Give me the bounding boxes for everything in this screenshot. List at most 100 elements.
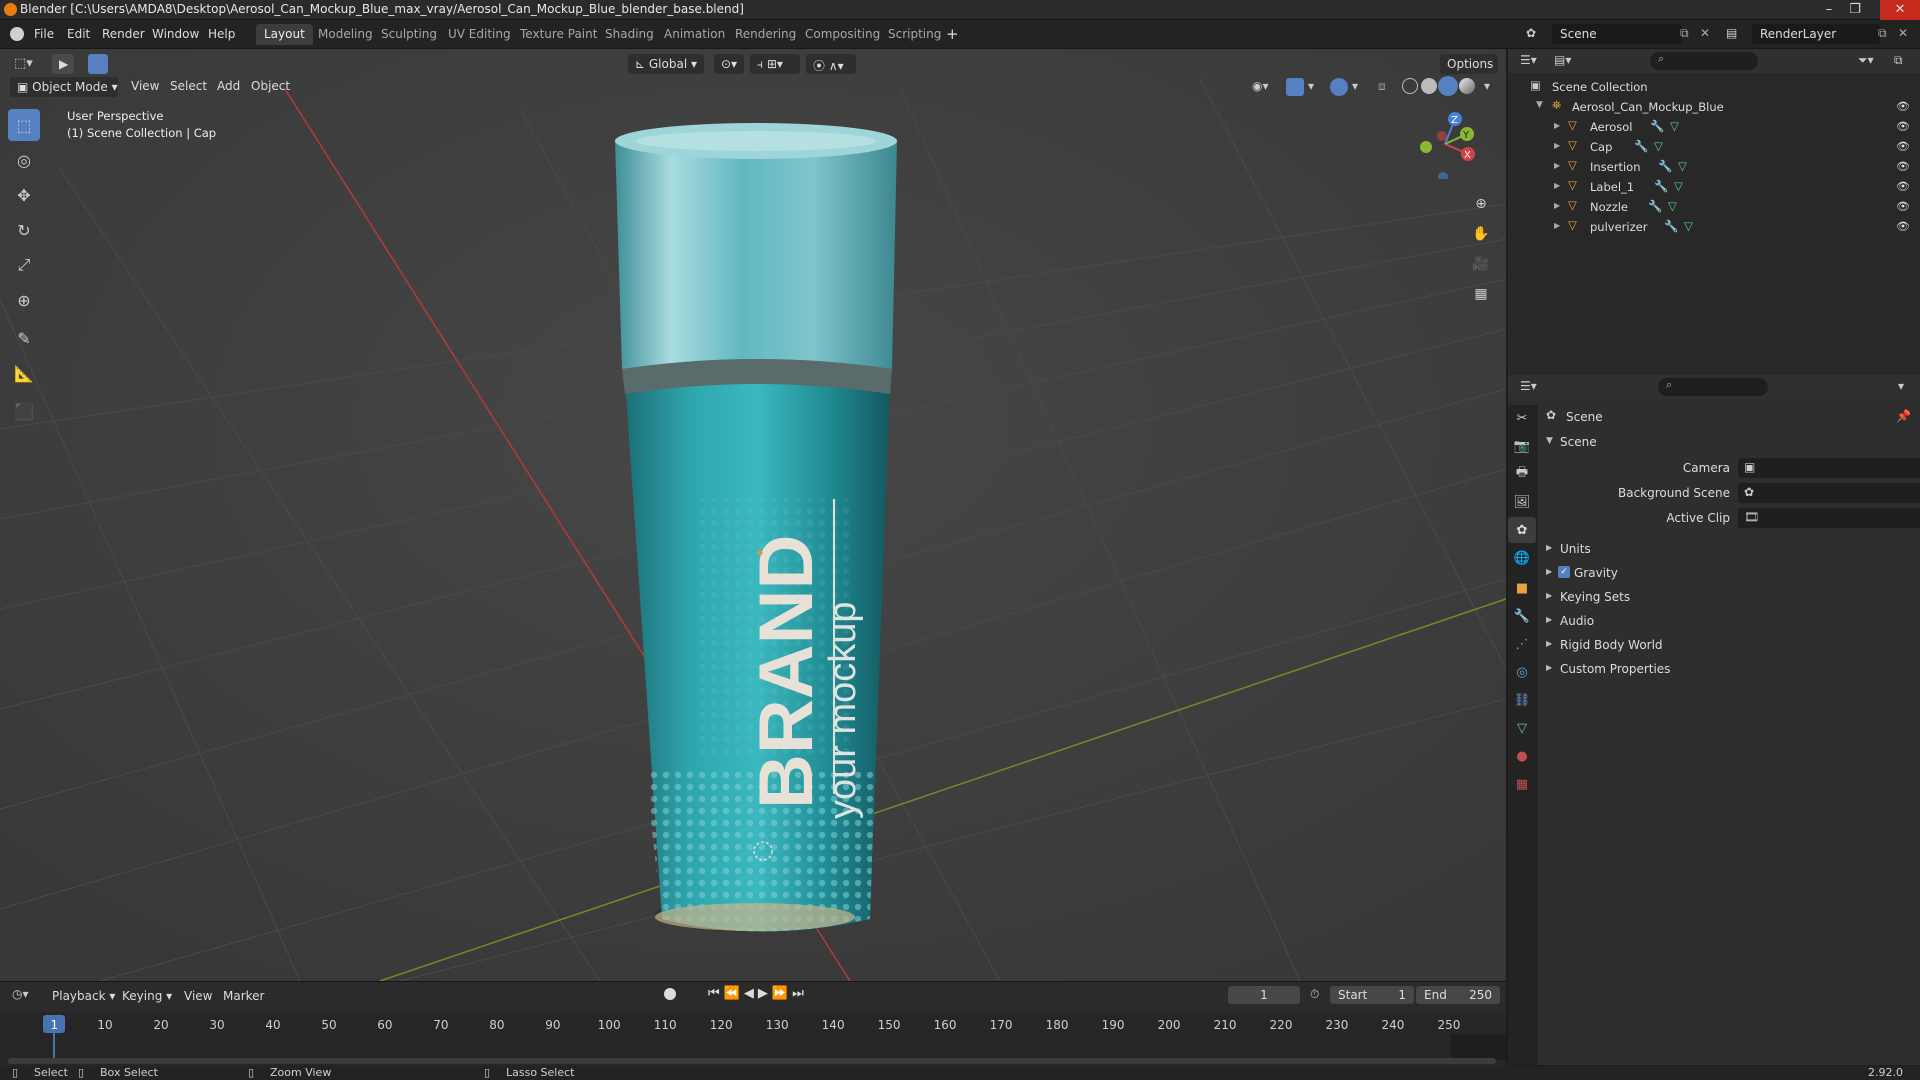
minimize-button[interactable]: – bbox=[1816, 0, 1842, 20]
tab-layout[interactable]: Layout bbox=[256, 24, 313, 45]
options-button[interactable]: Options bbox=[1440, 54, 1498, 74]
gizmo-dropdown-icon[interactable]: ▾ bbox=[1308, 79, 1314, 93]
renderlayer-selector[interactable]: RenderLayer bbox=[1752, 24, 1880, 44]
outliner-item-label[interactable]: ▶ ▽ Label_1 🔧 ▽ 👁 bbox=[1508, 177, 1920, 197]
renderlayer-delete-icon[interactable]: ✕ bbox=[1898, 26, 1908, 40]
menu-edit[interactable]: Edit bbox=[67, 27, 90, 41]
scale-tool-icon[interactable]: ⤢ bbox=[8, 249, 40, 281]
gizmo-toggle-icon[interactable] bbox=[1286, 78, 1304, 96]
outliner-item-pulverizer[interactable]: ▶ ▽ pulverizer 🔧 ▽ 👁 bbox=[1508, 217, 1920, 237]
renderlayer-new-icon[interactable]: ⧉ bbox=[1878, 26, 1887, 41]
3d-viewport[interactable]: BRAND your mockup ⬚▾ ▶ ⊾ Global ▾ ⊙▾ ⫞ ⊞… bbox=[0, 49, 1506, 981]
collection-row[interactable]: ▼ ⛯ Aerosol_Can_Mockup_Blue 👁 bbox=[1508, 97, 1920, 117]
blender-menu-icon[interactable] bbox=[10, 27, 24, 41]
panel-expand-arrow-icon[interactable]: ▶ bbox=[1546, 663, 1552, 672]
tab-texture-paint[interactable]: Texture Paint bbox=[512, 24, 605, 45]
zoom-icon[interactable]: ⊕ bbox=[1468, 191, 1494, 217]
particles-tab-icon[interactable]: ⋰ bbox=[1508, 631, 1536, 657]
keying-sets-panel-header[interactable]: ▶ Keying Sets bbox=[1546, 587, 1912, 607]
visibility-icon[interactable]: ◉▾ bbox=[1252, 79, 1269, 93]
constraints-tab-icon[interactable]: ⛓ bbox=[1508, 687, 1536, 713]
select-invert-icon[interactable] bbox=[154, 54, 174, 74]
tab-sculpting[interactable]: Sculpting bbox=[373, 24, 445, 45]
render-tab-icon[interactable]: 📷 bbox=[1508, 433, 1536, 459]
display-mode-icon[interactable]: ▤▾ bbox=[1554, 53, 1571, 67]
menu-help[interactable]: Help bbox=[208, 27, 235, 41]
expand-arrow-icon[interactable]: ▶ bbox=[1554, 121, 1560, 130]
menu-object[interactable]: Object bbox=[251, 79, 290, 93]
select-tool-icon[interactable]: ▶ bbox=[52, 54, 74, 74]
tab-scripting[interactable]: Scripting bbox=[880, 24, 949, 45]
tab-modeling[interactable]: Modeling bbox=[310, 24, 381, 45]
annotate-tool-icon[interactable]: ✎ bbox=[8, 322, 40, 354]
material-tab-icon[interactable]: ● bbox=[1508, 743, 1536, 769]
modifier-tab-icon[interactable]: 🔧 bbox=[1508, 603, 1536, 629]
close-button[interactable]: ✕ bbox=[1880, 0, 1920, 20]
scene-panel-header[interactable]: ▼ Scene bbox=[1546, 432, 1912, 452]
scene-browse-icon[interactable]: ✿ bbox=[1526, 26, 1536, 40]
pivot-point-icon[interactable]: ⊙▾ bbox=[714, 54, 744, 74]
measure-tool-icon[interactable]: 📐 bbox=[8, 357, 40, 389]
editor-type-icon[interactable]: ⬚▾ bbox=[14, 56, 33, 71]
pin-icon[interactable]: 📌 bbox=[1896, 409, 1911, 423]
menu-file[interactable]: File bbox=[34, 27, 54, 41]
ortho-grid-icon[interactable]: ▦ bbox=[1468, 281, 1494, 307]
shading-dropdown-icon[interactable]: ▾ bbox=[1484, 79, 1490, 93]
collapse-arrow-icon[interactable]: ▼ bbox=[1536, 100, 1543, 110]
panel-expand-arrow-icon[interactable]: ▶ bbox=[1546, 543, 1552, 552]
gravity-panel-header[interactable]: ▶ ✓ Gravity bbox=[1546, 563, 1912, 583]
cursor-tool-icon[interactable]: ◎ bbox=[8, 144, 40, 176]
rotate-tool-icon[interactable]: ↻ bbox=[8, 214, 40, 246]
tab-shading[interactable]: Shading bbox=[597, 24, 662, 45]
rendered-shading-icon[interactable] bbox=[1459, 78, 1475, 94]
proportional-edit-icon[interactable]: ⦿ ∧▾ bbox=[806, 54, 856, 74]
outliner-editor-type-icon[interactable]: ☰▾ bbox=[1520, 53, 1537, 67]
properties-search-input[interactable]: ⌕ bbox=[1658, 378, 1768, 396]
select-subtract-icon[interactable] bbox=[132, 54, 152, 74]
world-tab-icon[interactable]: 🌐 bbox=[1508, 545, 1536, 571]
texture-tab-icon[interactable]: ▦ bbox=[1508, 771, 1536, 797]
outliner-item-cap[interactable]: ▶ ▽ Cap 🔧 ▽ 👁 bbox=[1508, 137, 1920, 157]
material-shading-icon[interactable] bbox=[1440, 78, 1456, 94]
eye-icon[interactable]: 👁 bbox=[1896, 200, 1910, 214]
outliner-item-aerosol[interactable]: ▶ ▽ Aerosol 🔧 ▽ 👁 bbox=[1508, 117, 1920, 137]
scene-tab-icon[interactable]: ✿ bbox=[1508, 517, 1536, 543]
overlay-toggle-icon[interactable] bbox=[1330, 78, 1348, 96]
navigation-gizmo[interactable]: Z X Y bbox=[1410, 109, 1480, 179]
transform-orientation-dropdown[interactable]: ⊾ Global ▾ bbox=[628, 54, 704, 74]
scene-new-icon[interactable]: ⧉ bbox=[1680, 26, 1689, 41]
properties-options-icon[interactable]: ▾ bbox=[1898, 379, 1904, 393]
menu-render[interactable]: Render bbox=[102, 27, 145, 41]
select-box-tool-icon[interactable]: ⬚ bbox=[8, 109, 40, 141]
scene-collection-row[interactable]: ▣ Scene Collection bbox=[1508, 77, 1920, 97]
overlay-dropdown-icon[interactable]: ▾ bbox=[1352, 79, 1358, 93]
expand-arrow-icon[interactable]: ▶ bbox=[1554, 161, 1560, 170]
scene-selector[interactable]: Scene bbox=[1552, 24, 1682, 44]
tab-uv-editing[interactable]: UV Editing bbox=[440, 24, 519, 45]
new-collection-icon[interactable]: ⧉ bbox=[1894, 53, 1903, 68]
filter-icon[interactable]: ⏷▾ bbox=[1858, 53, 1874, 68]
panel-expand-arrow-icon[interactable]: ▶ bbox=[1546, 639, 1552, 648]
expand-arrow-icon[interactable]: ▶ bbox=[1554, 201, 1560, 210]
tab-rendering[interactable]: Rendering bbox=[727, 24, 804, 45]
active-clip-field[interactable]: 🎞 bbox=[1738, 508, 1920, 528]
menu-window[interactable]: Window bbox=[152, 27, 199, 41]
menu-view[interactable]: View bbox=[131, 79, 159, 93]
tab-animation[interactable]: Animation bbox=[656, 24, 733, 45]
eye-icon[interactable]: 👁 bbox=[1896, 140, 1910, 154]
tab-compositing[interactable]: Compositing bbox=[797, 24, 888, 45]
outliner-item-nozzle[interactable]: ▶ ▽ Nozzle 🔧 ▽ 👁 bbox=[1508, 197, 1920, 217]
eye-icon[interactable]: 👁 bbox=[1896, 160, 1910, 174]
maximize-button[interactable]: ❐ bbox=[1842, 0, 1868, 20]
gravity-checkbox[interactable]: ✓ bbox=[1558, 566, 1570, 578]
eye-icon[interactable]: 👁 bbox=[1896, 180, 1910, 194]
renderlayer-browse-icon[interactable]: ▤ bbox=[1726, 26, 1737, 40]
object-mode-dropdown[interactable]: ▣ Object Mode ▾ bbox=[10, 77, 118, 97]
rigid-body-world-panel-header[interactable]: ▶ Rigid Body World bbox=[1546, 635, 1912, 655]
tool-tab-icon[interactable]: ✂ bbox=[1508, 405, 1536, 431]
custom-properties-panel-header[interactable]: ▶ Custom Properties bbox=[1546, 659, 1912, 679]
add-cube-tool-icon[interactable]: ⬛ bbox=[8, 395, 40, 427]
physics-tab-icon[interactable]: ◎ bbox=[1508, 659, 1536, 685]
background-scene-field[interactable]: ✿ bbox=[1738, 483, 1920, 503]
expand-arrow-icon[interactable]: ▶ bbox=[1554, 221, 1560, 230]
